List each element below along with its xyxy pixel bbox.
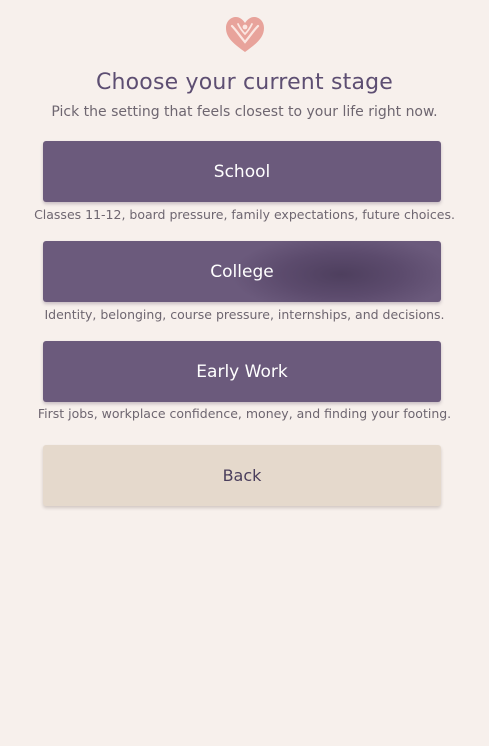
school-button[interactable]: School (43, 141, 441, 202)
back-button[interactable]: Back (43, 445, 441, 506)
college-description: Identity, belonging, course pressure, in… (44, 307, 445, 322)
heart-hands-icon (220, 12, 270, 56)
early-work-button[interactable]: Early Work (43, 341, 441, 402)
school-description: Classes 11-12, board pressure, family ex… (34, 207, 455, 222)
page-title: Choose your current stage (95, 70, 394, 95)
page-subtitle: Pick the setting that feels closest to y… (51, 104, 438, 120)
college-button[interactable]: College (43, 241, 441, 302)
early-work-description: First jobs, workplace confidence, money,… (37, 406, 452, 421)
